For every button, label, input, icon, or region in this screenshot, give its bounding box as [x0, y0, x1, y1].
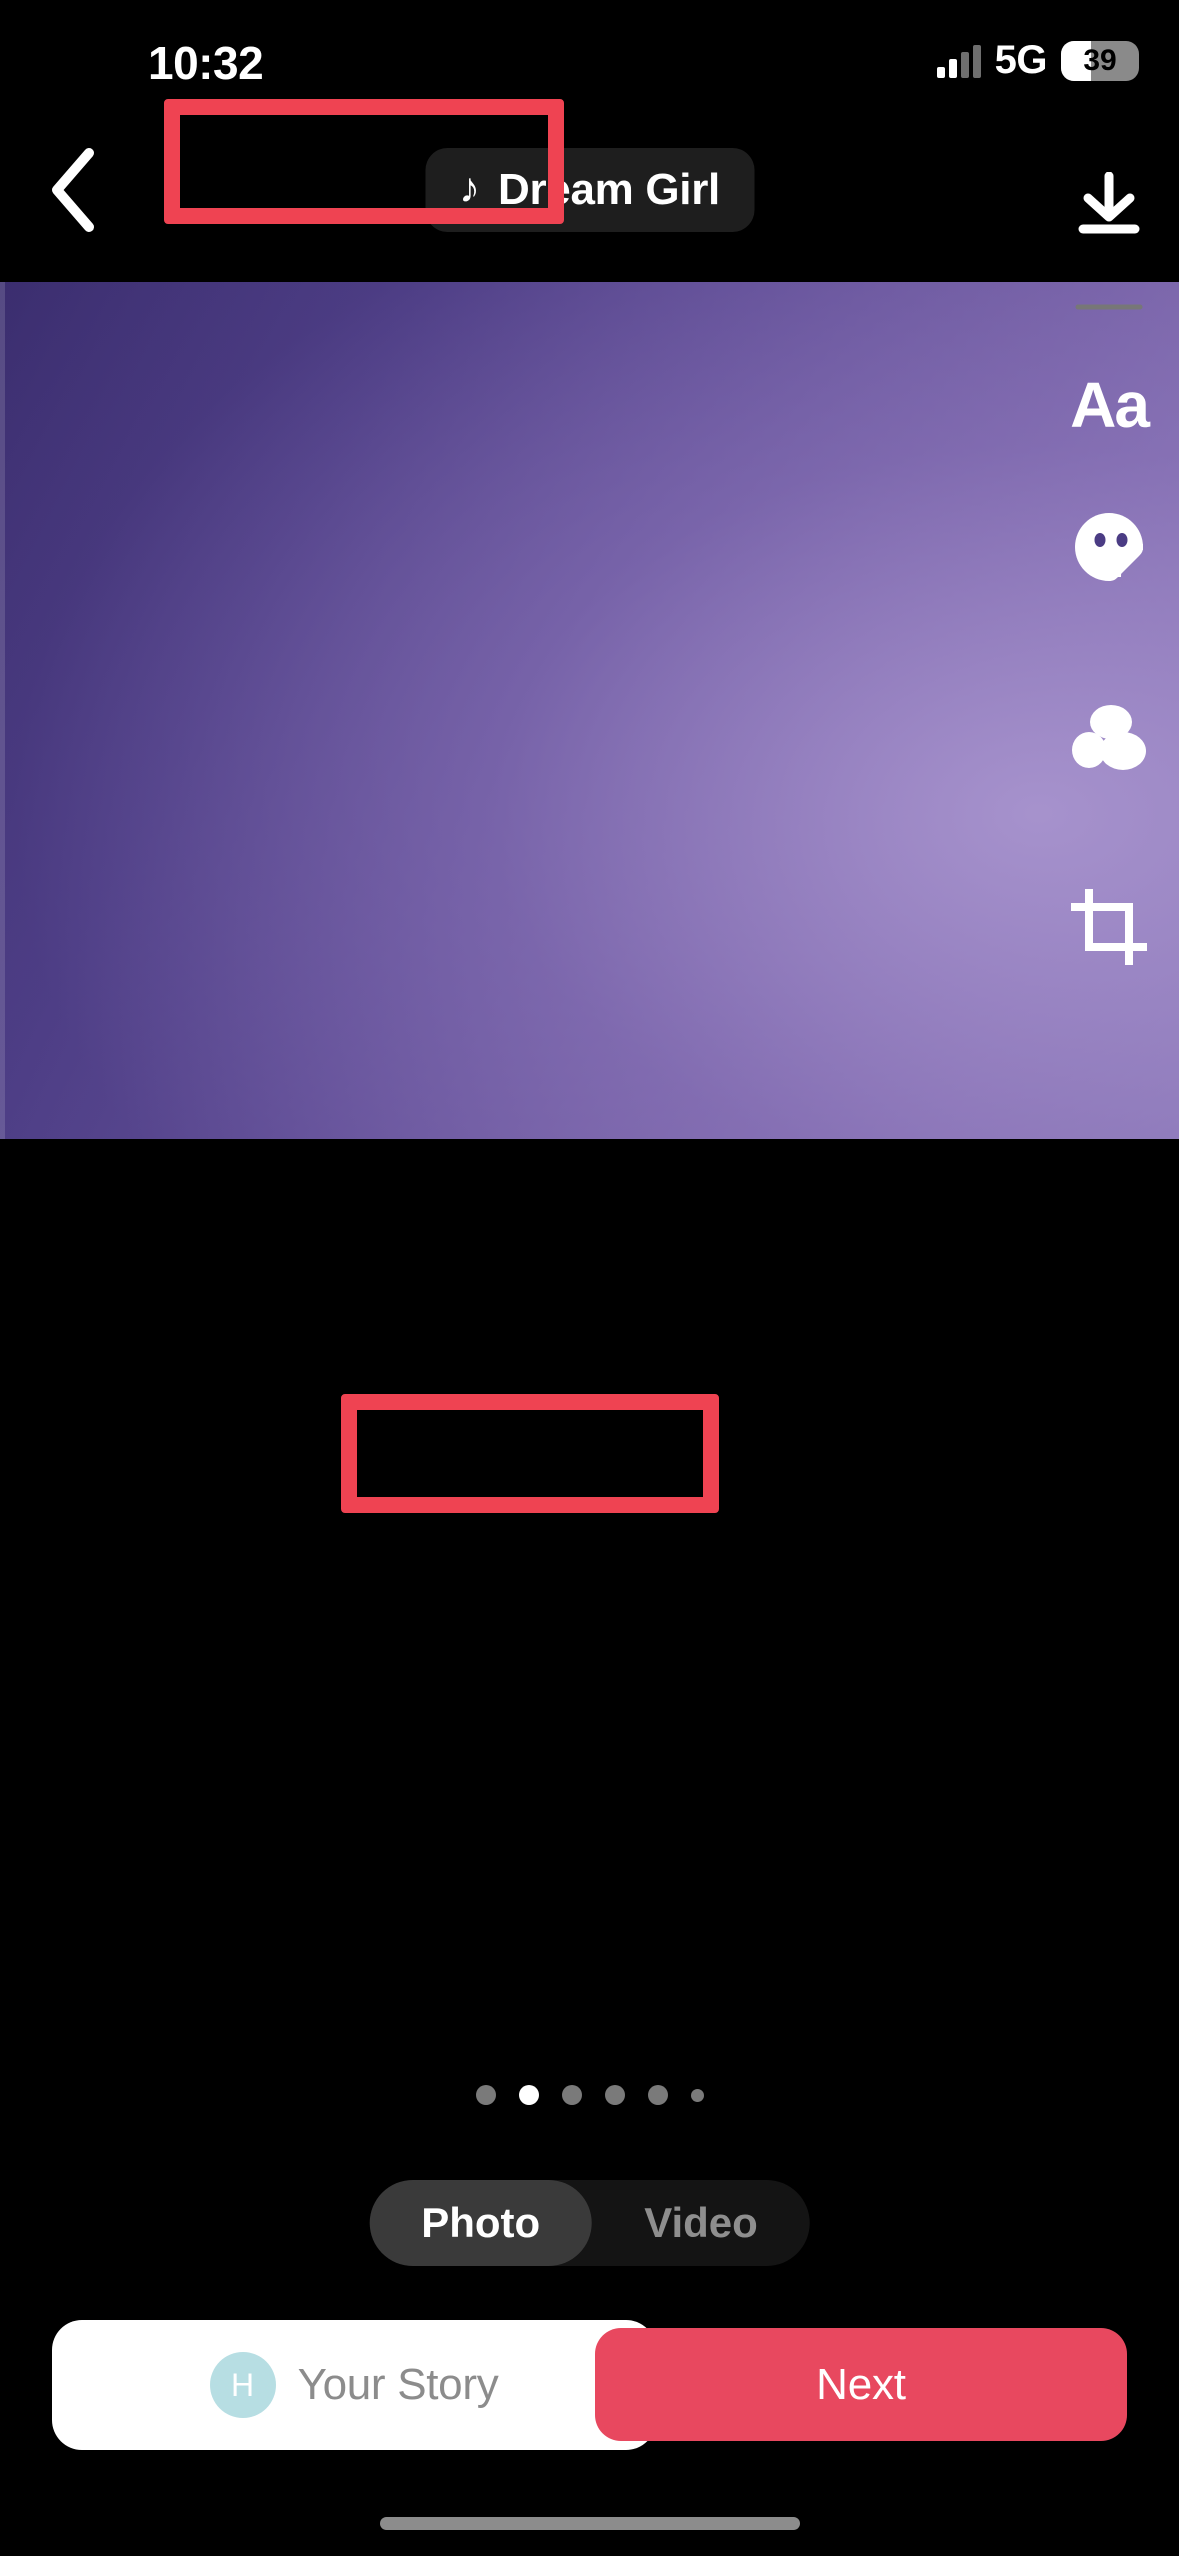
next-button-label: Next [816, 2359, 906, 2409]
media-preview-canvas[interactable] [0, 282, 1179, 1139]
page-dot[interactable] [475, 2085, 496, 2105]
effects-button[interactable] [1039, 644, 1179, 834]
battery-icon: 39 [1061, 40, 1139, 81]
avatar: H [209, 2352, 276, 2418]
status-time: 10:32 [148, 37, 264, 89]
music-note-icon: ♪ [459, 164, 480, 211]
status-bar: 10:32 5G 39 [0, 0, 1179, 110]
music-track-button[interactable]: ♪ Dream Girl [425, 148, 754, 232]
back-button[interactable] [22, 140, 122, 240]
bottom-action-bar: H Your Story Next [0, 2320, 1179, 2450]
editor-tools-sidebar: Aa [1039, 160, 1179, 1024]
effects-icon [1070, 701, 1148, 778]
crop-button[interactable] [1039, 834, 1179, 1024]
annotation-box-next-button [341, 1394, 719, 1513]
media-mode-toggle: Photo Video [369, 2180, 810, 2266]
phone-screen: 10:32 5G 39 ♪ Dream Girl Aa Photo Video … [0, 0, 1179, 2556]
battery-level-label: 39 [1083, 43, 1117, 77]
network-type-label: 5G [994, 38, 1048, 82]
your-story-label: Your Story [297, 2360, 499, 2409]
crop-icon [1069, 886, 1149, 970]
download-icon [1073, 171, 1145, 247]
page-dot[interactable] [690, 2088, 704, 2102]
media-left-edge [0, 282, 5, 1139]
cellular-signal-icon [936, 44, 981, 78]
your-story-button[interactable]: H Your Story [52, 2320, 656, 2450]
text-tool-button[interactable]: Aa [1039, 356, 1179, 454]
page-dot-active[interactable] [518, 2085, 539, 2105]
carousel-page-dots [0, 2085, 1179, 2105]
chevron-left-icon [47, 147, 97, 233]
sticker-button[interactable] [1039, 454, 1179, 644]
sticker-icon [1071, 509, 1147, 590]
music-track-title: Dream Girl [498, 165, 720, 214]
page-dot[interactable] [647, 2085, 668, 2105]
next-button[interactable]: Next [595, 2328, 1127, 2441]
status-indicators: 5G 39 [936, 38, 1139, 83]
editor-top-bar: ♪ Dream Girl [0, 110, 1179, 270]
mode-option-video[interactable]: Video [592, 2180, 810, 2266]
download-button[interactable] [1039, 160, 1179, 258]
separator-line [1039, 258, 1179, 356]
mode-option-photo[interactable]: Photo [369, 2180, 593, 2266]
text-tool-label: Aa [1070, 369, 1150, 441]
page-dot[interactable] [561, 2085, 582, 2105]
home-indicator [379, 2517, 800, 2530]
page-dot[interactable] [604, 2085, 625, 2105]
